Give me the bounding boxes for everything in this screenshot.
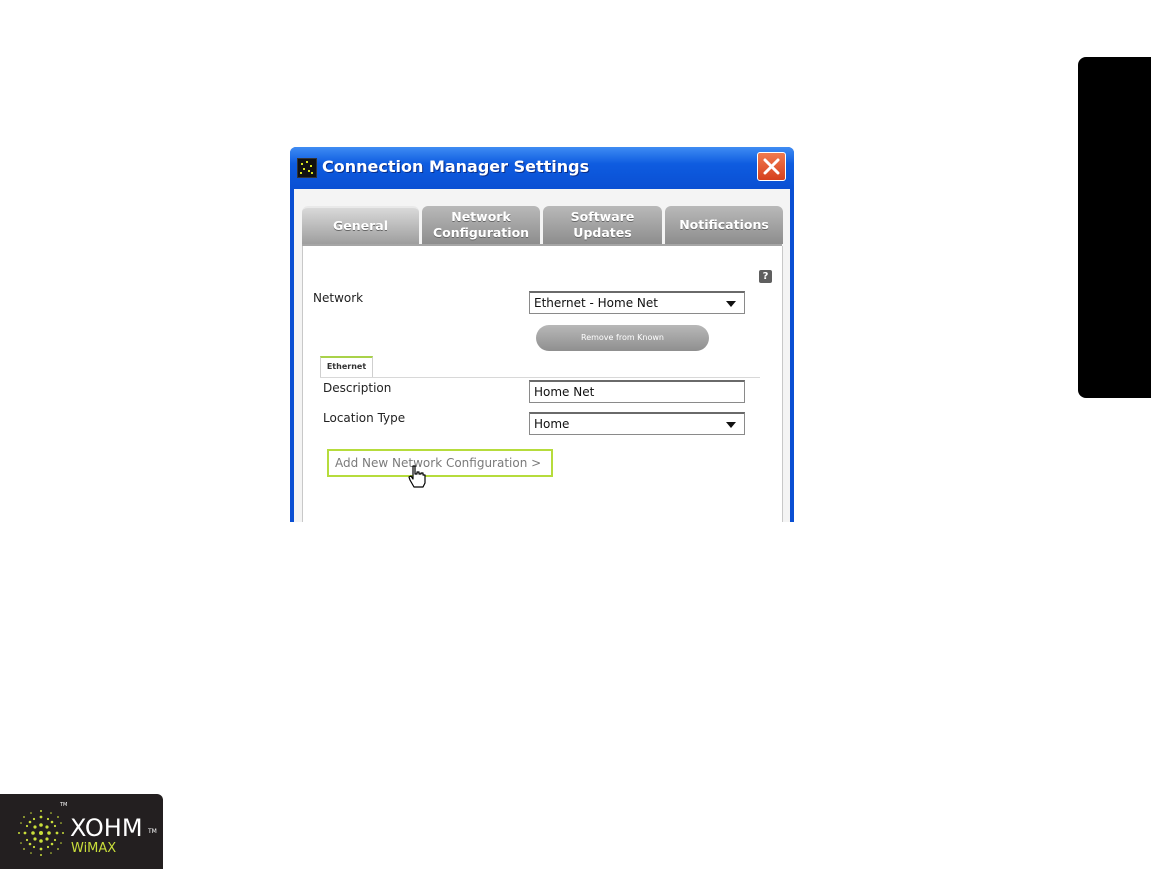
settings-window: Connection Manager Settings General Netw…: [290, 147, 794, 522]
logo-trademark: TM: [148, 828, 157, 835]
tab-notifications-label: Notifications: [679, 217, 769, 232]
xohm-logo: TM XOHM TM WiMAX: [0, 794, 163, 869]
logo-subtitle: WiMAX: [71, 841, 117, 856]
dropdown-arrow-icon[interactable]: [726, 301, 736, 307]
add-new-network-configuration-link[interactable]: Add New Network Configuration >: [327, 449, 553, 477]
close-icon: [763, 158, 780, 175]
subtab-ethernet[interactable]: Ethernet: [320, 356, 373, 377]
tab-general-label: General: [333, 218, 388, 233]
tab-notifications[interactable]: Notifications: [665, 206, 783, 244]
logo-trademark-small: TM: [60, 802, 68, 808]
black-side-tab: [1078, 57, 1151, 398]
network-select[interactable]: Ethernet - Home Net: [529, 291, 745, 314]
tab-software-updates[interactable]: Software Updates: [543, 206, 662, 244]
location-type-select-value: Home: [534, 417, 570, 431]
window-client: General Network Configuration Software U…: [294, 189, 790, 522]
tab-network-configuration[interactable]: Network Configuration: [422, 206, 540, 244]
network-select-value: Ethernet - Home Net: [534, 296, 658, 310]
window-title: Connection Manager Settings: [322, 157, 590, 176]
help-icon[interactable]: ?: [759, 270, 772, 283]
xohm-logo-icon: [18, 810, 64, 856]
tab-general[interactable]: General: [302, 206, 419, 244]
description-field[interactable]: Home Net: [529, 380, 745, 403]
location-type-label: Location Type: [323, 411, 406, 425]
logo-wordmark: XOHM: [70, 814, 143, 842]
tab-network-configuration-label: Network Configuration: [432, 209, 530, 240]
subtab-divider: [320, 377, 760, 378]
network-label: Network: [313, 291, 364, 305]
remove-from-known-button[interactable]: Remove from Known: [536, 325, 709, 351]
dropdown-arrow-icon[interactable]: [726, 422, 736, 428]
hand-cursor-icon: [408, 465, 426, 488]
tab-software-updates-label: Software Updates: [570, 209, 635, 240]
location-type-select[interactable]: Home: [529, 412, 745, 435]
title-bar[interactable]: Connection Manager Settings: [290, 147, 794, 189]
close-button[interactable]: [757, 152, 786, 181]
app-icon: [297, 158, 317, 178]
description-label: Description: [323, 381, 392, 395]
general-panel: ? Network Ethernet - Home Net Remove fro…: [302, 246, 783, 522]
